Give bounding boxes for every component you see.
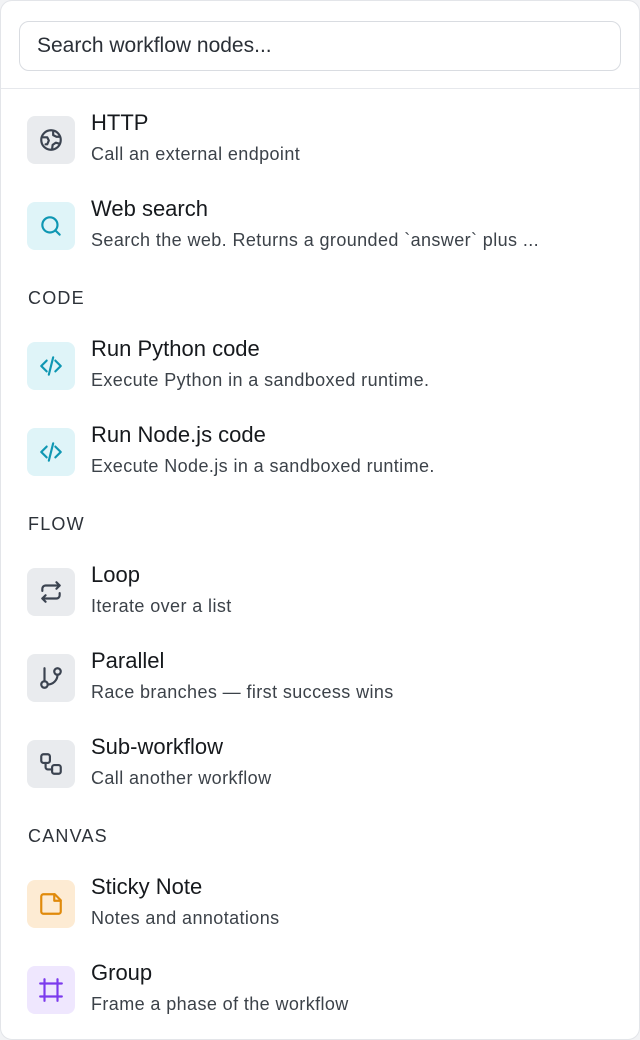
node-item-sticky-note[interactable]: Sticky Note Notes and annotations (11, 864, 629, 944)
node-icon-box (27, 966, 75, 1014)
node-icon-box (27, 880, 75, 928)
node-description: Iterate over a list (91, 596, 232, 616)
search-icon (41, 216, 61, 236)
node-description: Call an external endpoint (91, 144, 301, 164)
code-icon (40, 356, 62, 376)
section-label-code: CODE (28, 288, 85, 308)
node-item-run-nodejs[interactable]: Run Node.js code Execute Node.js in a sa… (11, 412, 629, 492)
node-description: Execute Python in a sandboxed runtime. (91, 370, 430, 390)
git-branch-icon (40, 667, 62, 689)
node-item-run-python[interactable]: Run Python code Execute Python in a sand… (11, 326, 629, 406)
node-title: Sticky Note (91, 874, 203, 899)
frame-icon (39, 978, 63, 1002)
node-item-web-search[interactable]: Web search Search the web. Returns a gro… (11, 186, 629, 266)
node-title: Sub-workflow (91, 734, 224, 759)
node-description: Frame a phase of the workflow (91, 994, 349, 1014)
search-box[interactable] (19, 21, 621, 71)
node-icon-box (27, 428, 75, 476)
node-description: Execute Node.js in a sandboxed runtime. (91, 456, 435, 476)
node-item-loop[interactable]: Loop Iterate over a list (11, 552, 629, 632)
node-title: Run Python code (91, 336, 260, 361)
code-icon (40, 442, 62, 462)
node-title: Loop (91, 562, 140, 587)
node-description: Notes and annotations (91, 908, 280, 928)
search-input[interactable] (20, 22, 620, 70)
sticky-note-icon (40, 893, 62, 915)
node-description: Race branches — first success wins (91, 682, 394, 702)
node-icon-box (27, 202, 75, 250)
node-title: Run Node.js code (91, 422, 266, 447)
node-list[interactable]: HTTP Call an external endpoint Web searc… (1, 90, 639, 1039)
node-icon-box (27, 116, 75, 164)
search-bar (1, 1, 639, 89)
node-item-parallel[interactable]: Parallel Race branches — first success w… (11, 638, 629, 718)
globe-icon (40, 129, 62, 151)
node-item-group[interactable]: Group Frame a phase of the workflow (11, 950, 629, 1030)
node-picker-panel: HTTP Call an external endpoint Web searc… (0, 0, 640, 1040)
node-icon-box (27, 740, 75, 788)
node-icon-box (27, 342, 75, 390)
node-title: Group (91, 960, 153, 985)
section-label-canvas: CANVAS (28, 826, 108, 846)
node-description: Call another workflow (91, 768, 272, 788)
section-label-flow: FLOW (28, 514, 85, 534)
node-item-http[interactable]: HTTP Call an external endpoint (11, 100, 629, 180)
node-title: Parallel (91, 648, 165, 673)
repeat-icon (41, 581, 61, 603)
node-icon-box (27, 568, 75, 616)
node-icon-box (27, 654, 75, 702)
node-item-sub-workflow[interactable]: Sub-workflow Call another workflow (11, 724, 629, 804)
node-title: Web search (91, 196, 208, 221)
node-description: Search the web. Returns a grounded `answ… (91, 230, 540, 250)
node-title: HTTP (91, 110, 149, 135)
workflow-icon (40, 753, 62, 775)
